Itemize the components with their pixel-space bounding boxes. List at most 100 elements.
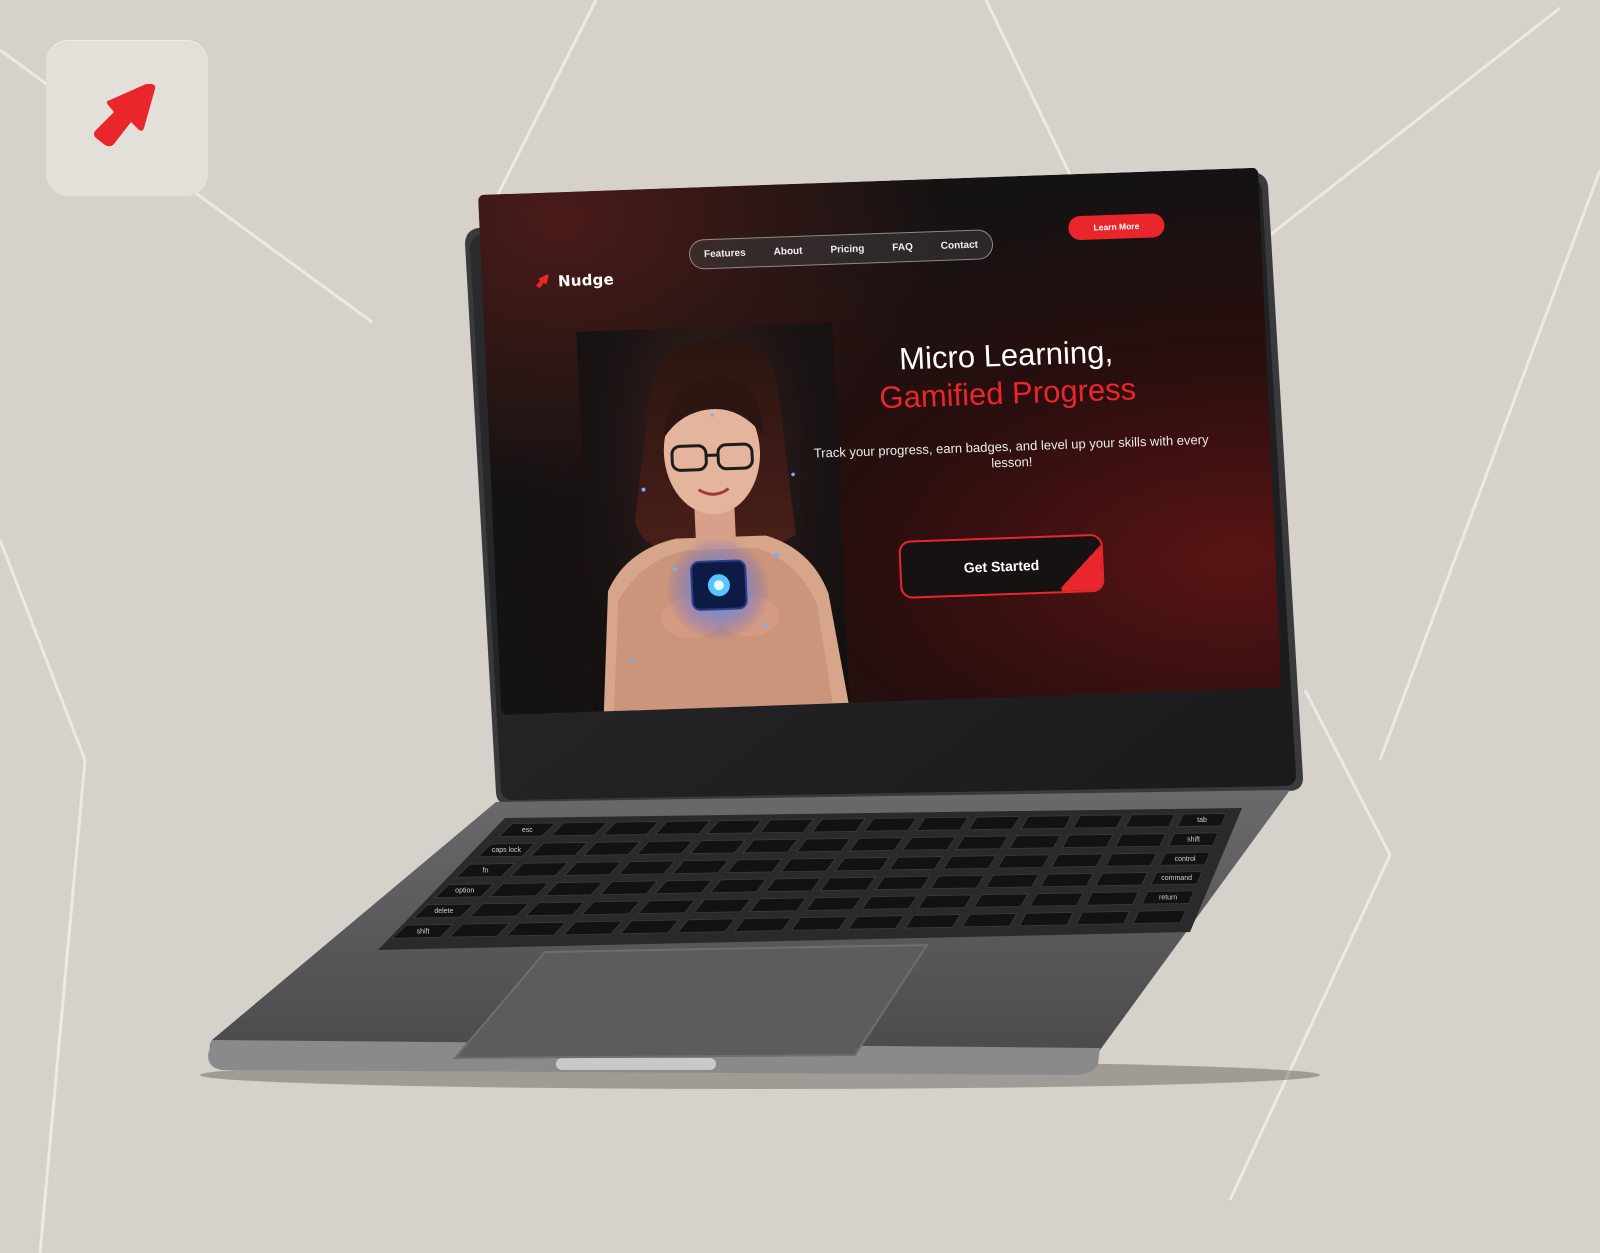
keyboard-key — [819, 876, 877, 892]
keyboard-key — [973, 893, 1029, 908]
keyboard-key-label: esc — [522, 827, 533, 834]
keyboard-key — [1008, 834, 1062, 849]
keyboard-key — [709, 878, 768, 894]
keyboard-key — [581, 900, 641, 916]
keyboard-key — [742, 838, 799, 854]
keyboard-key — [599, 880, 659, 896]
keyboard-key — [637, 899, 697, 915]
keyboard-key — [544, 881, 604, 897]
keyboard-key — [863, 817, 918, 832]
keyboard-key — [468, 902, 530, 918]
keyboard-key-label: option — [455, 888, 474, 895]
learn-more-button[interactable]: Learn More — [1067, 213, 1165, 241]
keyboard-key — [902, 836, 957, 851]
keyboard-key — [917, 894, 973, 909]
keyboard-key — [834, 857, 890, 872]
keyboard-key — [1085, 891, 1140, 906]
keyboard-key — [562, 920, 624, 936]
keyboard-key — [1072, 814, 1124, 829]
brand-logo[interactable]: Nudge — [534, 270, 614, 291]
keyboard-key — [1050, 853, 1104, 868]
keyboard-key — [955, 835, 1009, 850]
keyboard-key-label: shift — [417, 928, 430, 935]
keyboard-key — [759, 818, 815, 834]
keyboard-key — [693, 898, 752, 914]
get-started-button[interactable]: Get Started — [898, 533, 1105, 599]
keyboard-key — [848, 837, 904, 852]
hero-photo — [576, 322, 850, 715]
keyboard-key — [1061, 834, 1114, 849]
keyboard-key — [617, 860, 676, 875]
keyboard-key — [505, 921, 567, 937]
keyboard-key — [968, 816, 1021, 831]
keyboard-key — [509, 862, 569, 877]
nav-item-features[interactable]: Features — [704, 247, 746, 259]
keyboard-key — [1020, 815, 1073, 830]
keyboard-key — [654, 879, 713, 895]
keyboard-key — [550, 821, 608, 837]
keyboard-key — [636, 840, 694, 855]
keyboard-key — [602, 821, 660, 836]
nav-bar: Features About Pricing FAQ Contact — [688, 229, 994, 270]
keyboard-key-label: shift — [1187, 836, 1200, 843]
keyboard-key-label: command — [1161, 875, 1192, 882]
laptop-screen: Nudge Features About Pricing FAQ Contact… — [478, 167, 1282, 715]
keyboard-key — [1040, 873, 1094, 888]
keyboard-key — [676, 918, 736, 934]
keyboard-key-label: caps lock — [492, 847, 522, 854]
keyboard-key — [929, 874, 985, 890]
keyboard-key-label: return — [1159, 895, 1177, 902]
keyboard-key — [1114, 833, 1167, 848]
keyboard-key — [961, 913, 1018, 928]
keyboard-key — [706, 819, 763, 834]
keyboard-key — [619, 919, 680, 935]
keyboard-key — [996, 854, 1051, 869]
keyboard-key — [1124, 813, 1176, 828]
keyboard-key-label: fn — [483, 867, 489, 874]
keyboard-key — [654, 820, 712, 835]
keyboard-key — [1105, 852, 1158, 867]
keyboard-key — [733, 917, 793, 932]
keyboard-key — [1075, 910, 1131, 926]
keyboard-key — [790, 916, 849, 931]
keyboard-key — [861, 895, 918, 910]
keyboard-key — [1132, 909, 1187, 924]
keyboard-key — [448, 922, 511, 938]
keyboard-key — [780, 857, 837, 873]
keyboard-key — [1095, 872, 1149, 887]
keyboard-key — [915, 816, 969, 831]
keyboard-key — [1029, 892, 1084, 907]
nav-item-about[interactable]: About — [773, 245, 802, 257]
nav-item-pricing[interactable]: Pricing — [830, 243, 864, 255]
keyboard-key — [583, 841, 641, 856]
keyboard-key — [805, 896, 863, 911]
keyboard-key — [671, 859, 730, 875]
keyboard-key — [904, 914, 962, 929]
keyboard-key — [524, 901, 586, 917]
keyboard-key — [749, 897, 807, 912]
get-started-label: Get Started — [963, 556, 1040, 576]
keyboard-key — [563, 861, 623, 876]
keyboard-key — [529, 842, 589, 857]
keyboard-key — [726, 858, 783, 874]
keyboard-key — [811, 818, 866, 833]
keyboard-key — [847, 915, 905, 930]
keyboard-key — [489, 882, 550, 898]
keyboard-key — [985, 873, 1040, 889]
keyboard-key-label: tab — [1197, 817, 1207, 824]
keyboard-key — [689, 839, 747, 854]
keyboard-key — [874, 875, 931, 891]
hero-heading: Micro Learning, Gamified Progress — [815, 330, 1198, 419]
website-viewport: Nudge Features About Pricing FAQ Contact… — [478, 167, 1282, 715]
woman-with-phone-illustration — [603, 338, 850, 715]
keyboard-key — [888, 856, 944, 871]
nav-item-faq[interactable]: FAQ — [892, 241, 913, 253]
hero-subtitle: Track your progress, earn badges, and le… — [813, 431, 1209, 471]
nav-item-contact[interactable]: Contact — [941, 239, 979, 251]
brand-logo-icon — [536, 274, 549, 288]
keyboard-key — [795, 838, 852, 853]
keyboard-key — [942, 855, 997, 870]
keyboard-key — [764, 877, 822, 893]
keyboard-key-label: delete — [434, 908, 453, 915]
keyboard-key-label: control — [1175, 856, 1196, 863]
